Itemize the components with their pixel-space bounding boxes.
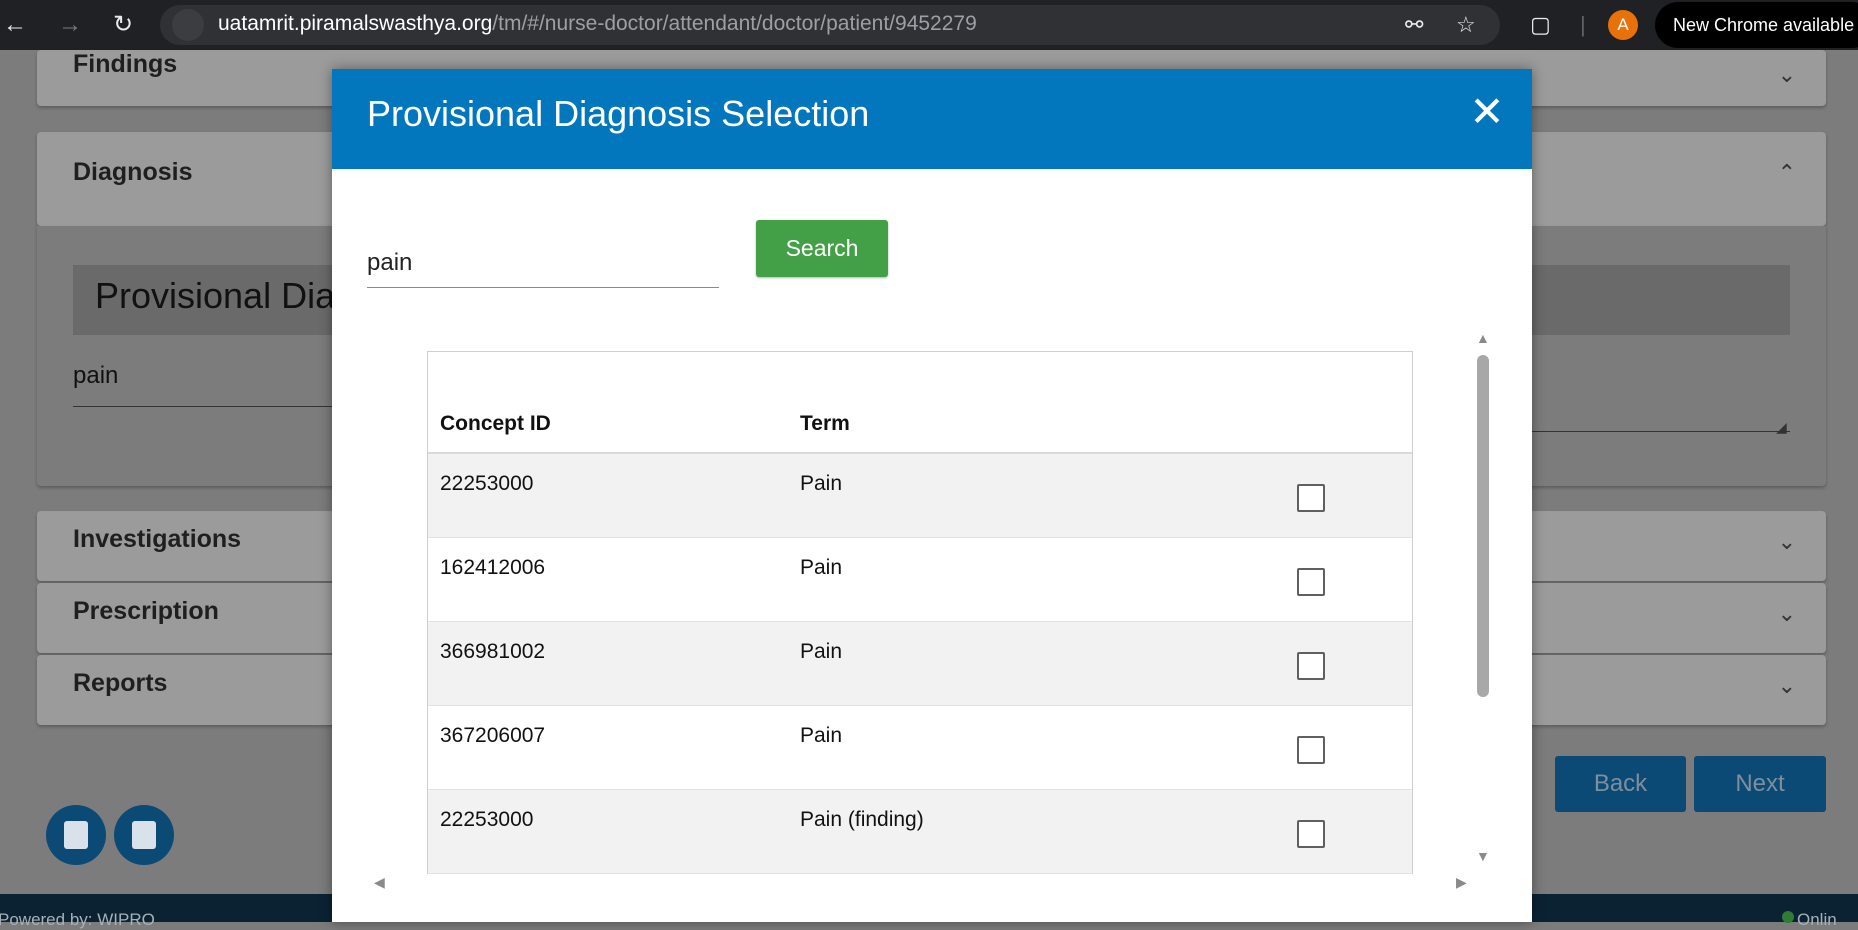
chevron-down-icon: ⌄ bbox=[1777, 601, 1796, 626]
concept-id-cell: 162412006 bbox=[428, 537, 788, 622]
provisional-diagnosis-dialog: Provisional Diagnosis Selection ✕ Search… bbox=[332, 69, 1532, 922]
close-icon[interactable]: ✕ bbox=[1462, 87, 1512, 137]
table-row[interactable]: 22253000 Pain bbox=[428, 453, 1412, 538]
forward-arrow-icon[interactable]: → bbox=[55, 10, 85, 40]
resize-handle-icon[interactable]: ◢ bbox=[1776, 419, 1787, 436]
extensions-icon[interactable]: ▢ bbox=[1530, 12, 1551, 38]
table-row[interactable]: 367206007 Pain bbox=[428, 705, 1412, 790]
select-cell bbox=[1265, 621, 1412, 706]
url-text[interactable]: uatamrit.piramalswasthya.org/tm/#/nurse-… bbox=[218, 12, 977, 36]
key-icon[interactable]: ⚯ bbox=[1405, 12, 1423, 38]
dialog-header: Provisional Diagnosis Selection ✕ bbox=[332, 69, 1532, 169]
browser-toolbar: ← → ↻ uatamrit.piramalswasthya.org/tm/#/… bbox=[0, 0, 1858, 50]
back-button[interactable]: Back bbox=[1555, 756, 1686, 812]
table-header-row: Concept ID Term bbox=[428, 352, 1412, 454]
online-status-dot bbox=[1782, 911, 1794, 923]
scroll-down-arrow-icon[interactable]: ▼ bbox=[1476, 849, 1490, 863]
term-cell: Pain (finding) bbox=[788, 789, 1265, 874]
back-arrow-icon[interactable]: ← bbox=[0, 10, 30, 40]
chevron-down-icon: ⌄ bbox=[1777, 62, 1796, 87]
concept-id-cell: 367206007 bbox=[428, 705, 788, 790]
chevron-down-icon: ⌄ bbox=[1777, 529, 1796, 554]
column-header-select bbox=[1265, 352, 1412, 454]
term-cell: Pain bbox=[788, 705, 1265, 790]
column-header-term: Term bbox=[788, 352, 1265, 454]
toolbar-divider: | bbox=[1580, 12, 1586, 37]
concept-id-cell: 22253000 bbox=[428, 453, 788, 538]
select-checkbox[interactable] bbox=[1297, 819, 1325, 848]
select-cell bbox=[1265, 789, 1412, 874]
reports-title: Reports bbox=[73, 669, 168, 697]
term-cell: Pain bbox=[788, 621, 1265, 706]
reload-icon[interactable]: ↻ bbox=[108, 10, 138, 40]
chevron-up-icon: ⌃ bbox=[1777, 160, 1796, 185]
search-input[interactable] bbox=[367, 239, 719, 288]
select-cell bbox=[1265, 453, 1412, 538]
footer-online-status: Onlin bbox=[1797, 910, 1837, 929]
scrollbar-thumb[interactable] bbox=[1477, 355, 1489, 697]
profile-avatar[interactable]: A bbox=[1608, 10, 1638, 40]
next-button[interactable]: Next bbox=[1694, 756, 1826, 812]
provisional-diagnosis-input[interactable]: pain bbox=[73, 362, 118, 390]
chrome-update-chip[interactable]: New Chrome available bbox=[1655, 2, 1858, 48]
input-underline bbox=[73, 406, 373, 407]
search-button[interactable]: Search bbox=[756, 220, 888, 277]
table-row[interactable]: 366981002 Pain bbox=[428, 621, 1412, 706]
select-checkbox[interactable] bbox=[1297, 735, 1325, 764]
term-cell: Pain bbox=[788, 453, 1265, 538]
diagnosis-title: Diagnosis bbox=[73, 158, 193, 186]
concept-id-cell: 366981002 bbox=[428, 621, 788, 706]
column-header-concept-id: Concept ID bbox=[428, 352, 788, 454]
chevron-down-icon: ⌄ bbox=[1777, 673, 1796, 698]
scroll-up-arrow-icon[interactable]: ▲ bbox=[1476, 331, 1490, 345]
investigations-title: Investigations bbox=[73, 525, 242, 553]
table-row[interactable]: 162412006 Pain bbox=[428, 537, 1412, 622]
select-checkbox[interactable] bbox=[1297, 567, 1325, 596]
document-button[interactable] bbox=[114, 805, 174, 865]
textarea-underline bbox=[1532, 431, 1790, 432]
dialog-title: Provisional Diagnosis Selection bbox=[367, 93, 870, 134]
scroll-right-arrow-icon[interactable]: ▶ bbox=[1456, 875, 1467, 889]
results-table: Concept ID Term 22253000 Pain 162412006 … bbox=[427, 351, 1413, 874]
select-cell bbox=[1265, 537, 1412, 622]
patient-card-button[interactable] bbox=[46, 805, 106, 865]
scroll-left-arrow-icon[interactable]: ◀ bbox=[374, 875, 385, 889]
prescription-title: Prescription bbox=[73, 597, 219, 625]
select-checkbox[interactable] bbox=[1297, 651, 1325, 680]
site-info-icon[interactable] bbox=[172, 9, 204, 41]
term-cell: Pain bbox=[788, 537, 1265, 622]
star-icon[interactable]: ☆ bbox=[1456, 12, 1476, 38]
vertical-scrollbar[interactable]: ▲ ▼ bbox=[1473, 327, 1493, 875]
select-cell bbox=[1265, 705, 1412, 790]
select-checkbox[interactable] bbox=[1297, 484, 1325, 512]
document-icon bbox=[132, 821, 156, 849]
concept-id-cell: 22253000 bbox=[428, 789, 788, 874]
table-row[interactable]: 22253000 Pain (finding) bbox=[428, 789, 1412, 874]
footer-powered-by: Powered by: WIPRO bbox=[0, 910, 155, 929]
person-card-icon bbox=[64, 821, 88, 849]
results-scroll-area[interactable]: Concept ID Term 22253000 Pain 162412006 … bbox=[367, 327, 1493, 875]
provisional-diagnosis-heading: Provisional Dia bbox=[95, 275, 336, 316]
findings-title: Findings bbox=[73, 50, 178, 78]
